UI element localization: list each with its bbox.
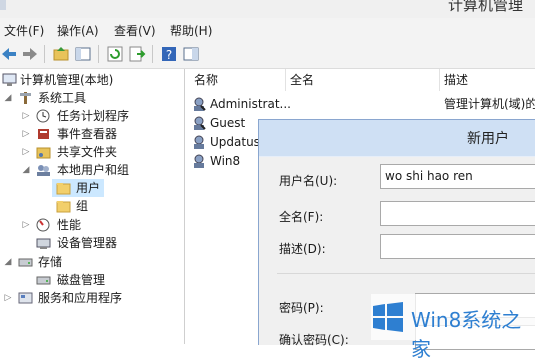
menu-file[interactable]: 文件(F) <box>4 22 44 39</box>
services-icon <box>18 291 33 305</box>
tree-local-users-groups[interactable]: ◢ 本地用户和组 <box>0 161 184 179</box>
toolbar-separator <box>98 45 99 63</box>
menu-action[interactable]: 操作(A) <box>57 22 99 39</box>
shared-folder-icon <box>36 145 51 159</box>
folder-icon <box>56 199 71 213</box>
dialog-title: 新用户 <box>467 131 509 147</box>
collapsed-arrow-icon[interactable]: ▷ <box>22 216 30 234</box>
console-tree-icon[interactable] <box>74 45 92 63</box>
user-name: Administrat... <box>210 97 291 111</box>
user-name: Guest <box>210 116 246 130</box>
tree-services-apps[interactable]: ▷ 服务和应用程序 <box>0 289 184 307</box>
user-description: 管理计算机(域)的 <box>444 97 535 111</box>
app-icon <box>0 0 6 10</box>
password-label: 密码(P): <box>279 301 324 315</box>
help-icon[interactable]: ? <box>160 45 178 63</box>
tree-performance[interactable]: ▷ 性能 <box>0 216 184 234</box>
windows-logo-icon <box>371 300 405 334</box>
tools-icon <box>18 91 33 105</box>
disk-icon <box>36 273 51 287</box>
confirm-password-label: 确认密码(C): <box>279 333 349 347</box>
event-viewer-icon <box>36 127 51 141</box>
toolbar: ? <box>0 41 535 69</box>
column-header-description[interactable]: 描述 <box>440 69 535 91</box>
fullname-label: 全名(F): <box>279 210 324 224</box>
username-input[interactable]: wo shi hao ren <box>380 164 535 189</box>
fullname-input[interactable] <box>380 201 535 226</box>
user-name: Updatus <box>210 135 260 149</box>
toolbar-separator <box>44 45 45 63</box>
users-group-icon <box>36 163 51 177</box>
tree-storage[interactable]: ◢ 存储 <box>0 253 184 271</box>
user-icon <box>192 97 206 112</box>
description-label: 描述(D): <box>279 242 326 256</box>
user-icon <box>192 154 206 169</box>
tree-users[interactable]: 用户 <box>52 179 104 197</box>
menu-help[interactable]: 帮助(H) <box>170 22 212 39</box>
column-header-name[interactable]: 名称 <box>190 69 286 91</box>
tree-root[interactable]: 计算机管理(本地) <box>0 71 184 89</box>
expanded-arrow-icon[interactable]: ◢ <box>4 89 12 107</box>
collapsed-arrow-icon[interactable]: ▷ <box>4 289 12 307</box>
tree-disk-management[interactable]: 磁盘管理 <box>0 271 184 289</box>
watermark-text: Win8系统之家 <box>411 308 522 361</box>
performance-gauge-icon <box>36 218 51 232</box>
column-header-fullname[interactable]: 全名 <box>286 69 440 91</box>
expanded-arrow-icon[interactable]: ◢ <box>22 161 30 179</box>
folder-icon <box>56 181 71 195</box>
table-row[interactable]: Administrat... 管理计算机(域)的 <box>192 95 535 114</box>
tree-task-scheduler[interactable]: ▷ 任务计划程序 <box>0 107 184 125</box>
tree-device-manager[interactable]: 设备管理器 <box>0 234 184 252</box>
export-list-icon[interactable] <box>128 45 146 63</box>
forward-arrow-icon[interactable] <box>21 45 39 63</box>
menu-bar: 文件(F) 操作(A) 查看(V) 帮助(H) <box>0 18 535 41</box>
dialog-title-bar[interactable]: 新用户 <box>259 120 535 156</box>
back-arrow-icon[interactable] <box>0 45 18 63</box>
user-name: Win8 <box>210 154 241 168</box>
collapsed-arrow-icon[interactable]: ▷ <box>22 107 30 125</box>
expanded-arrow-icon[interactable]: ◢ <box>4 253 12 271</box>
tree-system-tools[interactable]: ◢ 系统工具 <box>0 89 184 107</box>
storage-icon <box>18 255 33 269</box>
collapsed-arrow-icon[interactable]: ▷ <box>22 125 30 143</box>
console-tree: 计算机管理(本地) ◢ 系统工具 ▷ 任务计划程序 ▷ 事件查看器 ▷ 共享文件… <box>0 69 185 344</box>
menu-view[interactable]: 查看(V) <box>114 22 156 39</box>
tree-shared-folders[interactable]: ▷ 共享文件夹 <box>0 143 184 161</box>
collapsed-arrow-icon[interactable]: ▷ <box>22 143 30 161</box>
svg-text:?: ? <box>166 48 172 62</box>
folder-up-icon[interactable] <box>52 45 70 63</box>
computer-management-icon <box>2 73 17 87</box>
properties-pane-icon[interactable] <box>182 45 200 63</box>
refresh-icon[interactable] <box>106 45 124 63</box>
tree-groups[interactable]: 组 <box>52 197 112 215</box>
description-input[interactable] <box>380 234 535 259</box>
clock-icon <box>36 109 51 123</box>
tree-event-viewer[interactable]: ▷ 事件查看器 <box>0 125 184 143</box>
watermark: Win8系统之家 <box>371 294 535 361</box>
window-title: 计算机管理 <box>447 0 523 14</box>
toolbar-separator <box>152 45 153 63</box>
user-icon <box>192 135 206 150</box>
device-manager-icon <box>36 236 51 250</box>
title-bar: 计算机管理 <box>0 0 535 18</box>
user-icon <box>192 116 206 131</box>
username-label: 用户名(U): <box>279 174 338 188</box>
dialog-divider <box>277 273 535 274</box>
